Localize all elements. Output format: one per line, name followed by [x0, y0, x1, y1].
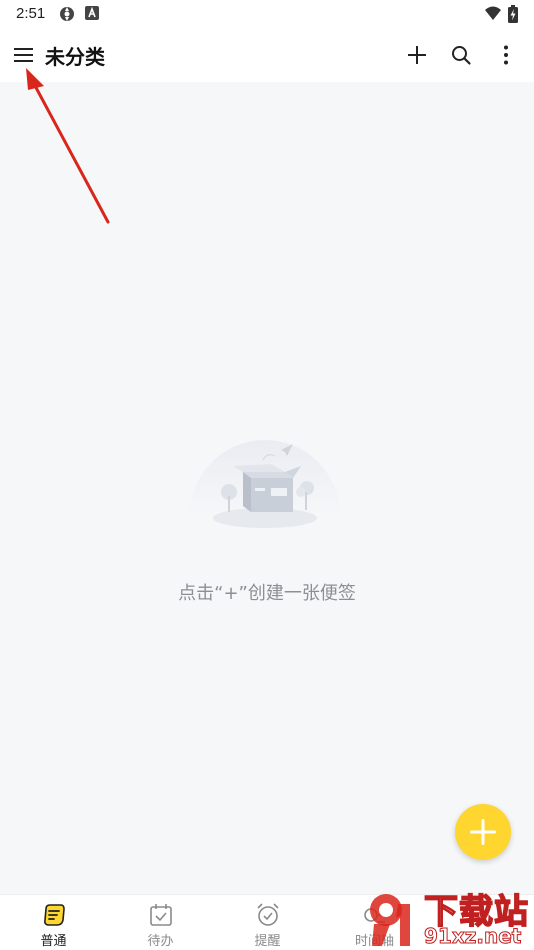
search-button[interactable] — [447, 41, 475, 69]
watermark-url: 91xz.net — [423, 924, 522, 949]
note-list-area[interactable]: 点击“+”创建一张便签 — [0, 82, 534, 894]
alarm-clock-icon — [257, 903, 279, 926]
nav-label: 普通 — [40, 934, 67, 949]
plus-icon — [470, 819, 496, 845]
search-icon — [452, 46, 471, 65]
nav-item-normal[interactable]: 普通 — [0, 895, 107, 950]
app-bar: 未分类 — [0, 28, 534, 82]
nav-item-reminder[interactable]: 提醒 — [214, 895, 321, 950]
more-vertical-icon — [504, 45, 508, 65]
status-bar: 2:51 — [0, 0, 534, 28]
watermark: 下载站 91xz.net — [362, 884, 534, 950]
app-a-icon — [85, 6, 99, 20]
menu-button[interactable] — [10, 41, 38, 69]
battery-charging-icon — [508, 5, 518, 23]
add-icon — [408, 46, 426, 64]
empty-state-message: 点击“+”创建一张便签 — [178, 583, 356, 604]
create-note-fab[interactable] — [455, 804, 511, 860]
watermark-logo — [370, 894, 410, 946]
note-icon — [44, 904, 65, 926]
add-note-button[interactable] — [403, 41, 431, 69]
nav-label: 提醒 — [254, 934, 281, 949]
nav-label: 待办 — [147, 934, 174, 949]
page-title: 未分类 — [45, 45, 105, 69]
gear-icon — [60, 7, 74, 21]
status-time: 2:51 — [16, 5, 46, 22]
wifi-icon — [485, 6, 501, 20]
empty-box-illustration — [190, 440, 340, 528]
hamburger-menu-icon — [14, 48, 33, 62]
nav-item-todo[interactable]: 待办 — [107, 895, 214, 950]
calendar-check-icon — [150, 904, 172, 926]
more-options-button[interactable] — [492, 41, 520, 69]
